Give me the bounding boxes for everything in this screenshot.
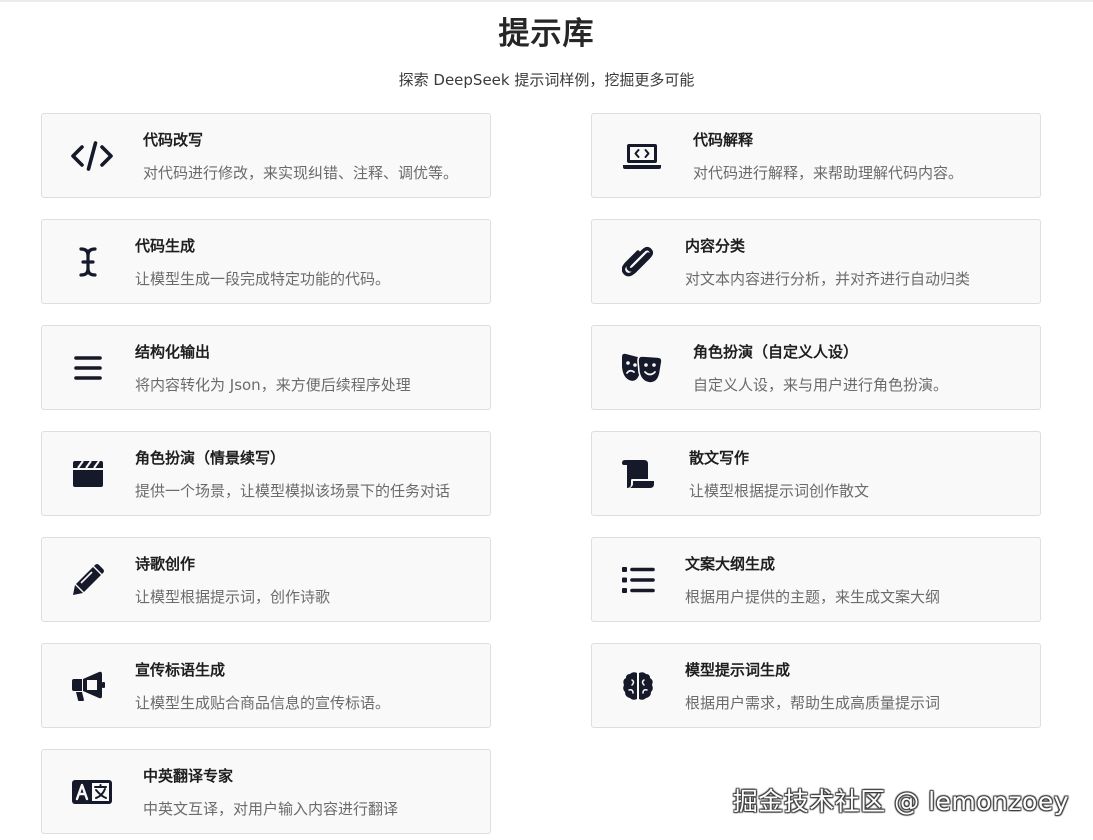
- prompt-card-code-generate[interactable]: 代码生成 让模型生成一段完成特定功能的代码。: [41, 219, 491, 304]
- prompt-card-roleplay-persona[interactable]: 角色扮演（自定义人设） 自定义人设，来与用户进行角色扮演。: [591, 325, 1041, 410]
- clapperboard-icon: [66, 452, 110, 496]
- prompt-title: 内容分类: [685, 237, 746, 255]
- language-icon: [70, 770, 114, 814]
- prompt-description: 根据用户提供的主题，来生成文案大纲: [685, 588, 941, 606]
- pencil-icon: [66, 558, 110, 602]
- text-cursor-icon: [66, 240, 110, 284]
- prompt-description: 将内容转化为 Json，来方便后续程序处理: [135, 376, 411, 394]
- prompt-card-translation[interactable]: 中英翻译专家 中英文互译，对用户输入内容进行翻译: [41, 749, 491, 834]
- prompt-title: 角色扮演（自定义人设）: [693, 343, 859, 361]
- prompt-description: 让模型生成贴合商品信息的宣传标语。: [135, 694, 391, 712]
- prompt-card-prose-writing[interactable]: 散文写作 让模型根据提示词创作散文: [591, 431, 1041, 516]
- prompt-title: 散文写作: [689, 449, 750, 467]
- page-subtitle: 探索 DeepSeek 提示词样例，挖掘更多可能: [398, 71, 695, 89]
- prompt-title: 模型提示词生成: [685, 661, 791, 679]
- prompt-title: 角色扮演（情景续写）: [135, 449, 286, 467]
- watermark: 掘金技术社区 @ lemonzoey: [732, 787, 1069, 816]
- prompt-title: 宣传标语生成: [135, 661, 226, 679]
- prompt-description: 对文本内容进行分析，并对齐进行自动归类: [685, 270, 971, 288]
- prompt-description: 让模型根据提示词创作散文: [689, 482, 870, 500]
- prompt-card-slogan[interactable]: 宣传标语生成 让模型生成贴合商品信息的宣传标语。: [41, 643, 491, 728]
- prompt-description: 自定义人设，来与用户进行角色扮演。: [693, 376, 949, 394]
- menu-bars-icon: [66, 346, 110, 390]
- prompt-title: 代码生成: [135, 237, 196, 255]
- paperclip-icon: [616, 240, 660, 284]
- prompt-card-outline[interactable]: 文案大纲生成 根据用户提供的主题，来生成文案大纲: [591, 537, 1041, 622]
- code-icon: [70, 134, 114, 178]
- prompt-title: 代码改写: [143, 131, 204, 149]
- prompt-card-content-classify[interactable]: 内容分类 对文本内容进行分析，并对齐进行自动归类: [591, 219, 1041, 304]
- prompt-card-code-explain[interactable]: 代码解释 对代码进行解释，来帮助理解代码内容。: [591, 113, 1041, 198]
- brain-icon: [616, 664, 660, 708]
- prompt-card-prompt-generation[interactable]: 模型提示词生成 根据用户需求，帮助生成高质量提示词: [591, 643, 1041, 728]
- prompt-title: 中英翻译专家: [143, 767, 234, 785]
- prompt-description: 对代码进行修改，来实现纠错、注释、调优等。: [143, 164, 459, 182]
- scroll-icon: [616, 452, 660, 496]
- prompt-title: 代码解释: [693, 131, 754, 149]
- theater-masks-icon: [620, 346, 664, 390]
- prompt-description: 让模型根据提示词，创作诗歌: [135, 588, 331, 606]
- prompt-grid: 代码改写 对代码进行修改，来实现纠错、注释、调优等。 代码解释 对代码进行解释，…: [41, 113, 1041, 834]
- prompt-description: 提供一个场景，让模型模拟该场景下的任务对话: [135, 482, 451, 500]
- prompt-card-structured-output[interactable]: 结构化输出 将内容转化为 Json，来方便后续程序处理: [41, 325, 491, 410]
- bullhorn-icon: [66, 664, 110, 708]
- top-divider: [0, 0, 1093, 2]
- prompt-title: 结构化输出: [135, 343, 211, 361]
- prompt-card-code-rewrite[interactable]: 代码改写 对代码进行修改，来实现纠错、注释、调优等。: [41, 113, 491, 198]
- list-icon: [616, 558, 660, 602]
- prompt-description: 对代码进行解释，来帮助理解代码内容。: [693, 164, 964, 182]
- page-title: 提示库: [498, 16, 595, 52]
- prompt-description: 让模型生成一段完成特定功能的代码。: [135, 270, 391, 288]
- prompt-title: 诗歌创作: [135, 555, 196, 573]
- prompt-card-poetry[interactable]: 诗歌创作 让模型根据提示词，创作诗歌: [41, 537, 491, 622]
- laptop-code-icon: [620, 134, 664, 178]
- prompt-description: 根据用户需求，帮助生成高质量提示词: [685, 694, 941, 712]
- prompt-title: 文案大纲生成: [685, 555, 776, 573]
- prompt-card-roleplay-scenario[interactable]: 角色扮演（情景续写） 提供一个场景，让模型模拟该场景下的任务对话: [41, 431, 491, 516]
- prompt-description: 中英文互译，对用户输入内容进行翻译: [143, 800, 399, 818]
